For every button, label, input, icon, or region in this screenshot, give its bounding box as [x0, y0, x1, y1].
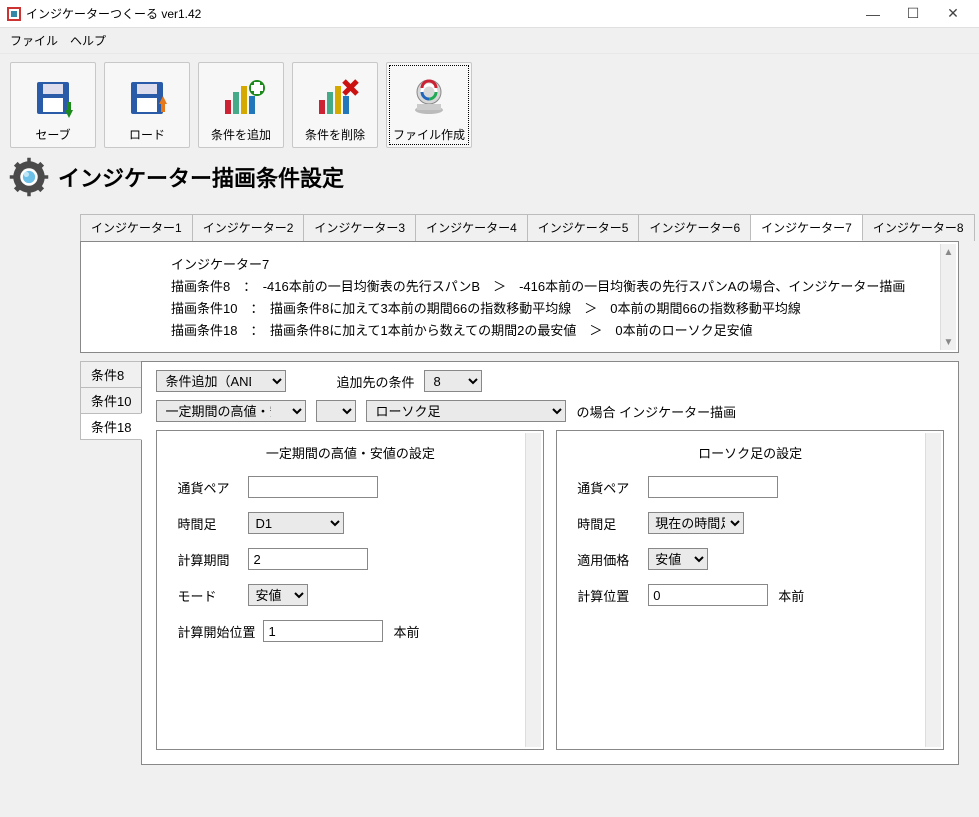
tab-body: インジケーター7 描画条件8 ： -416本前の一目均衡表の先行スパンB ＞ -…: [80, 241, 959, 765]
indicator-draw-suffix: の場合 インジケーター描画: [576, 402, 736, 421]
right-pane-scrollbar[interactable]: [925, 433, 941, 747]
close-button[interactable]: ✕: [933, 2, 973, 26]
scroll-up-icon: ▲: [941, 244, 956, 260]
tab-indicator-4[interactable]: インジケーター4: [415, 214, 528, 241]
toolbar-make-file[interactable]: ファイル作成: [386, 62, 472, 148]
description-line-2: 描画条件10 ： 描画条件8に加えて3本前の期間66の指数移動平均線 ＞ 0本前…: [171, 298, 938, 320]
description-box: インジケーター7 描画条件8 ： -416本前の一目均衡表の先行スパンB ＞ -…: [80, 241, 959, 353]
tab-indicator-1[interactable]: インジケーター1: [80, 214, 193, 241]
menu-file[interactable]: ファイル: [6, 30, 62, 51]
titlebar: インジケーターつくーる ver1.42 — ☐ ✕: [0, 0, 979, 28]
subtab-cond-10[interactable]: 条件10: [80, 387, 142, 414]
right-pane-title: ローソク足の設定: [577, 443, 923, 462]
dest-cond-label: 追加先の条件: [336, 372, 414, 391]
description-line-1: 描画条件8 ： -416本前の一目均衡表の先行スパンB ＞ -416本前の一目均…: [171, 276, 938, 298]
right-source-select[interactable]: ローソク足: [366, 400, 566, 422]
right-price-select[interactable]: 安値: [648, 548, 708, 570]
right-timeframe-label: 時間足: [577, 514, 642, 533]
toolbar-delete-condition-label: 条件を削除: [305, 126, 365, 143]
right-pair-label: 通貨ペア: [577, 478, 642, 497]
tab-indicator-5[interactable]: インジケーター5: [527, 214, 640, 241]
description-title: インジケーター7: [171, 254, 938, 276]
right-calcpos-label: 計算位置: [577, 586, 642, 605]
left-period-input[interactable]: [248, 548, 368, 570]
tab-indicator-6[interactable]: インジケーター6: [638, 214, 751, 241]
toolbar-load-label: ロード: [129, 126, 165, 143]
window: インジケーターつくーる ver1.42 — ☐ ✕ ファイル ヘルプ セーブ: [0, 0, 979, 765]
gear-icon: [8, 156, 50, 198]
tab-indicator-2[interactable]: インジケーター2: [192, 214, 305, 241]
left-startpos-suffix: 本前: [393, 622, 419, 641]
window-title: インジケーターつくーる ver1.42: [26, 5, 201, 22]
scroll-down-icon: ▼: [941, 334, 956, 350]
menu-help[interactable]: ヘルプ: [66, 30, 110, 51]
load-icon: [119, 70, 175, 126]
subtab-cond-18[interactable]: 条件18: [80, 413, 142, 440]
section-title: インジケーター描画条件設定: [58, 161, 344, 193]
left-settings-pane: 一定期間の高値・安値の設定 通貨ペア 時間足 D1 計算期間: [156, 430, 544, 750]
right-timeframe-select[interactable]: 現在の時間足: [648, 512, 744, 534]
left-pair-input[interactable]: [248, 476, 378, 498]
left-source-select[interactable]: 一定期間の高値・安値: [156, 400, 306, 422]
left-period-label: 計算期間: [177, 550, 242, 569]
toolbar: セーブ ロード: [0, 53, 979, 156]
condition-subtabs: 条件8 条件10 条件18: [80, 361, 142, 765]
right-calcpos-input[interactable]: [648, 584, 768, 606]
right-settings-pane: ローソク足の設定 通貨ペア 時間足 現在の時間足 適用価格: [556, 430, 944, 750]
left-startpos-label: 計算開始位置: [177, 622, 257, 641]
section-header: インジケーター描画条件設定: [0, 156, 979, 204]
toolbar-make-file-label: ファイル作成: [393, 126, 465, 143]
menubar: ファイル ヘルプ: [0, 28, 979, 53]
toolbar-load[interactable]: ロード: [104, 62, 190, 148]
left-mode-select[interactable]: 安値: [248, 584, 308, 606]
settings-box: 条件追加（AND） 追加先の条件 8 一定期間の高値・安値 ＞: [141, 361, 959, 765]
tab-indicator-3[interactable]: インジケーター3: [303, 214, 416, 241]
app-icon: [6, 6, 22, 22]
tab-indicator-8[interactable]: インジケーター8: [862, 214, 975, 241]
description-scrollbar[interactable]: ▲ ▼: [940, 244, 956, 350]
toolbar-add-condition[interactable]: 条件を追加: [198, 62, 284, 148]
right-calcpos-suffix: 本前: [778, 586, 804, 605]
save-icon: [25, 70, 81, 126]
left-timeframe-select[interactable]: D1: [248, 512, 344, 534]
operator-select[interactable]: ＞: [316, 400, 356, 422]
bars-plus-icon: [213, 70, 269, 126]
bars-x-icon: [307, 70, 363, 126]
toolbar-delete-condition[interactable]: 条件を削除: [292, 62, 378, 148]
maximize-button[interactable]: ☐: [893, 2, 933, 26]
tab-indicator-7[interactable]: インジケーター7: [750, 214, 863, 241]
file-gear-icon: [401, 70, 457, 126]
indicator-tabs: インジケーター1 インジケーター2 インジケーター3 インジケーター4 インジケ…: [80, 214, 979, 241]
left-timeframe-label: 時間足: [177, 514, 242, 533]
toolbar-save[interactable]: セーブ: [10, 62, 96, 148]
dest-cond-select[interactable]: 8: [424, 370, 482, 392]
toolbar-save-label: セーブ: [35, 126, 70, 143]
minimize-button[interactable]: —: [853, 2, 893, 26]
cond-add-mode-select[interactable]: 条件追加（AND）: [156, 370, 286, 392]
left-pane-title: 一定期間の高値・安値の設定: [177, 443, 523, 462]
right-pair-input[interactable]: [648, 476, 778, 498]
description-line-3: 描画条件18 ： 描画条件8に加えて1本前から数えての期間2の最安値 ＞ 0本前…: [171, 320, 938, 342]
left-mode-label: モード: [177, 586, 242, 605]
left-pair-label: 通貨ペア: [177, 478, 242, 497]
window-buttons: — ☐ ✕: [853, 2, 973, 26]
left-startpos-input[interactable]: [263, 620, 383, 642]
right-price-label: 適用価格: [577, 550, 642, 569]
toolbar-add-condition-label: 条件を追加: [211, 126, 271, 143]
left-pane-scrollbar[interactable]: [525, 433, 541, 747]
subtab-cond-8[interactable]: 条件8: [80, 361, 142, 388]
